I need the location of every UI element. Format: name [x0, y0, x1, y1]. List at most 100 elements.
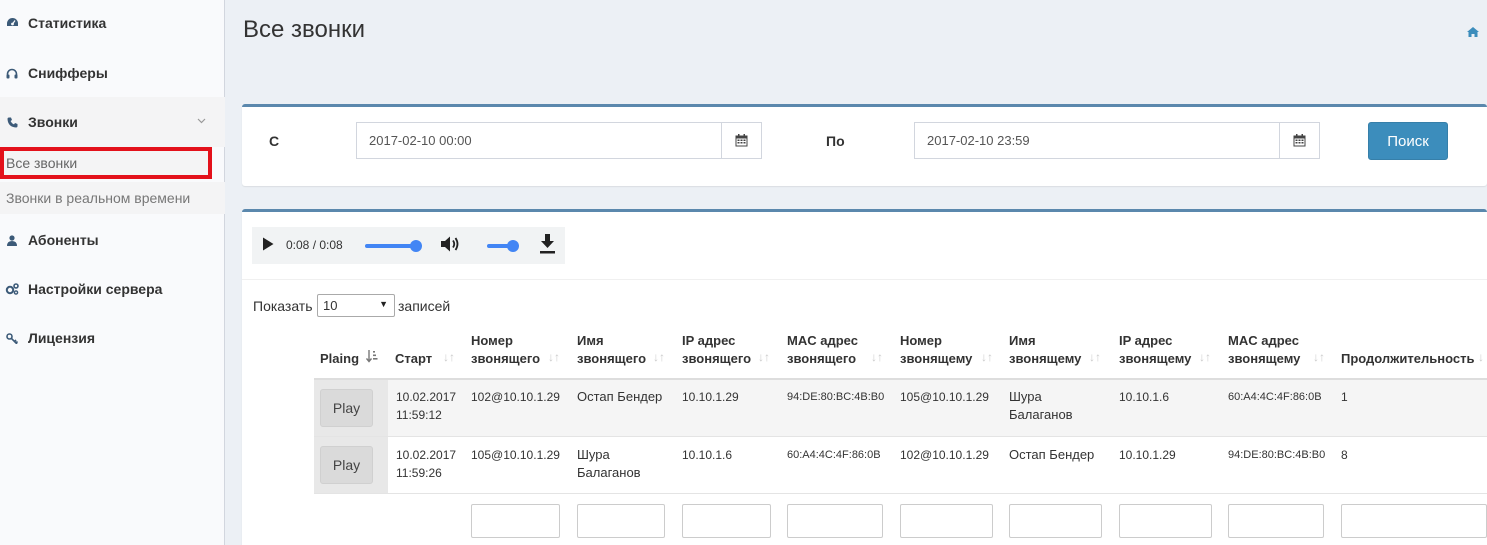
- sort-icon[interactable]: ↓↑: [1089, 350, 1101, 364]
- sidebar-subitem-all-calls[interactable]: Все звонки: [0, 147, 212, 179]
- player-progress-slider[interactable]: [365, 244, 415, 248]
- column-header-caller-name[interactable]: Имя звонящего: [577, 332, 646, 368]
- select-arrow-icon: ▼: [379, 299, 388, 309]
- sort-icon[interactable]: ↓↑: [1199, 350, 1211, 364]
- show-label: Показать: [253, 298, 313, 314]
- page-title: Все звонки: [243, 16, 366, 43]
- column-header-callee-mac[interactable]: MAC адрес звонящему: [1228, 332, 1300, 368]
- callee-mac-cell: 60:A4:4C:4F:86:0B: [1228, 391, 1322, 403]
- callee-mac-cell: 94:DE:80:BC:4B:B0: [1228, 449, 1326, 461]
- page-length-select[interactable]: 10 ▼: [317, 294, 395, 317]
- column-header-duration[interactable]: Продолжительность: [1341, 350, 1474, 368]
- sort-asc-icon[interactable]: [365, 350, 378, 366]
- callee-name-filter-input[interactable]: [1009, 504, 1102, 538]
- caller-ip-cell: 10.10.1.29: [682, 390, 739, 404]
- caller-name-cell: Остап Бендер: [577, 389, 663, 404]
- sidebar-item-calls[interactable]: Звонки: [0, 97, 225, 147]
- column-header-caller-mac[interactable]: MAC адрес звонящего: [787, 332, 858, 368]
- chevron-down-icon[interactable]: [197, 115, 206, 127]
- headphones-icon: [5, 68, 19, 79]
- callee-name-cell: Остап Бендер: [1009, 447, 1095, 462]
- sort-icon[interactable]: ↓↑: [981, 350, 993, 364]
- sort-icon[interactable]: ↓↑: [653, 350, 665, 364]
- from-calendar-button[interactable]: [721, 122, 762, 159]
- gears-icon: [5, 283, 19, 295]
- callee-ip-filter-input[interactable]: [1119, 504, 1212, 538]
- sidebar: Статистика Снифферы Звонки Все звонки Зв…: [0, 0, 225, 545]
- column-header-playing[interactable]: Plaing: [320, 350, 359, 368]
- caller-number-cell: 105@10.10.1.29: [471, 448, 560, 462]
- sidebar-subitem-label: Звонки в реальном времени: [6, 190, 191, 206]
- sort-icon[interactable]: ↓↑: [1313, 350, 1325, 364]
- calendar-icon: [1293, 134, 1306, 147]
- sort-icon[interactable]: ↓↑: [443, 350, 455, 364]
- date-filter-box: С 2017-02-10 00:00 По 2017-02-10 23:59 П…: [242, 104, 1487, 186]
- callee-mac-filter-input[interactable]: [1228, 504, 1324, 538]
- play-icon[interactable]: [262, 237, 274, 254]
- sidebar-item-label: Статистика: [28, 14, 107, 31]
- sidebar-item-license[interactable]: Лицензия: [0, 313, 225, 363]
- caller-name-cell: Шура Балаганов: [577, 447, 641, 480]
- calendar-icon: [735, 134, 748, 147]
- column-header-callee-number[interactable]: Номер звонящему: [900, 332, 972, 368]
- column-header-callee-ip[interactable]: IP адрес звонящему: [1119, 332, 1191, 368]
- duration-filter-input[interactable]: [1341, 504, 1487, 538]
- from-label: С: [269, 133, 280, 149]
- callee-name-cell: Шура Балаганов: [1009, 389, 1073, 422]
- sidebar-subitem-label: Все звонки: [6, 155, 78, 171]
- column-header-caller-number[interactable]: Номер звонящего: [471, 332, 540, 368]
- page-length-value: 10: [323, 298, 338, 313]
- home-icon[interactable]: [1467, 26, 1479, 40]
- sidebar-item-server-settings[interactable]: Настройки сервера: [0, 264, 225, 314]
- dashboard-icon: [5, 17, 19, 28]
- start-cell: 10.02.2017 11:59:12: [396, 390, 457, 422]
- player-progress-handle[interactable]: [410, 240, 422, 252]
- player-time: 0:08 / 0:08: [286, 238, 343, 252]
- sidebar-subitem-realtime-calls[interactable]: Звонки в реальном времени: [0, 182, 225, 214]
- phone-icon: [5, 117, 19, 128]
- duration-cell: 8: [1341, 448, 1348, 462]
- sidebar-item-subscribers[interactable]: Абоненты: [0, 215, 225, 265]
- sidebar-item-label: Настройки сервера: [28, 281, 163, 297]
- volume-icon[interactable]: [440, 235, 460, 256]
- sort-icon[interactable]: ↓: [1478, 350, 1484, 364]
- caller-ip-filter-input[interactable]: [682, 504, 771, 538]
- caller-mac-cell: 94:DE:80:BC:4B:B0: [787, 391, 885, 403]
- callee-number-cell: 102@10.10.1.29: [900, 448, 989, 462]
- to-calendar-button[interactable]: [1279, 122, 1320, 159]
- caller-mac-filter-input[interactable]: [787, 504, 883, 538]
- caller-name-filter-input[interactable]: [577, 504, 665, 538]
- column-header-caller-ip[interactable]: IP адрес звонящего: [682, 332, 751, 368]
- volume-handle[interactable]: [507, 240, 519, 252]
- key-icon: [5, 332, 19, 344]
- play-button[interactable]: Play: [320, 389, 373, 427]
- sort-icon[interactable]: ↓↑: [548, 350, 560, 364]
- start-cell: 10.02.2017 11:59:26: [396, 448, 457, 480]
- search-button[interactable]: Поиск: [1368, 122, 1448, 160]
- caller-number-cell: 102@10.10.1.29: [471, 390, 560, 404]
- row-divider: [314, 493, 1487, 494]
- calls-results-box: 0:08 / 0:08 Показать 10 ▼ записей Plaing…: [242, 209, 1487, 545]
- download-icon[interactable]: [539, 234, 556, 257]
- caller-ip-cell: 10.10.1.6: [682, 448, 733, 462]
- play-button[interactable]: Play: [320, 446, 373, 484]
- sidebar-item-label: Звонки: [28, 114, 78, 130]
- from-date-input[interactable]: 2017-02-10 00:00: [356, 122, 722, 159]
- callee-number-filter-input[interactable]: [900, 504, 993, 538]
- callee-ip-cell: 10.10.1.6: [1119, 390, 1170, 404]
- to-date-input[interactable]: 2017-02-10 23:59: [914, 122, 1280, 159]
- caller-number-filter-input[interactable]: [471, 504, 560, 538]
- caller-mac-cell: 60:A4:4C:4F:86:0B: [787, 449, 881, 461]
- column-header-callee-name[interactable]: Имя звонящему: [1009, 332, 1081, 368]
- sidebar-item-sniffers[interactable]: Снифферы: [0, 48, 225, 98]
- duration-cell: 1: [1341, 390, 1348, 404]
- sidebar-item-label: Снифферы: [28, 65, 108, 81]
- sort-icon[interactable]: ↓↑: [758, 350, 770, 364]
- column-header-start[interactable]: Старт: [395, 350, 432, 368]
- callee-ip-cell: 10.10.1.29: [1119, 448, 1176, 462]
- sidebar-item-label: Абоненты: [28, 232, 99, 248]
- sidebar-item-statistics[interactable]: Статистика: [0, 0, 225, 45]
- sidebar-item-label: Лицензия: [28, 330, 96, 346]
- to-label: По: [826, 133, 845, 149]
- sort-icon[interactable]: ↓↑: [871, 350, 883, 364]
